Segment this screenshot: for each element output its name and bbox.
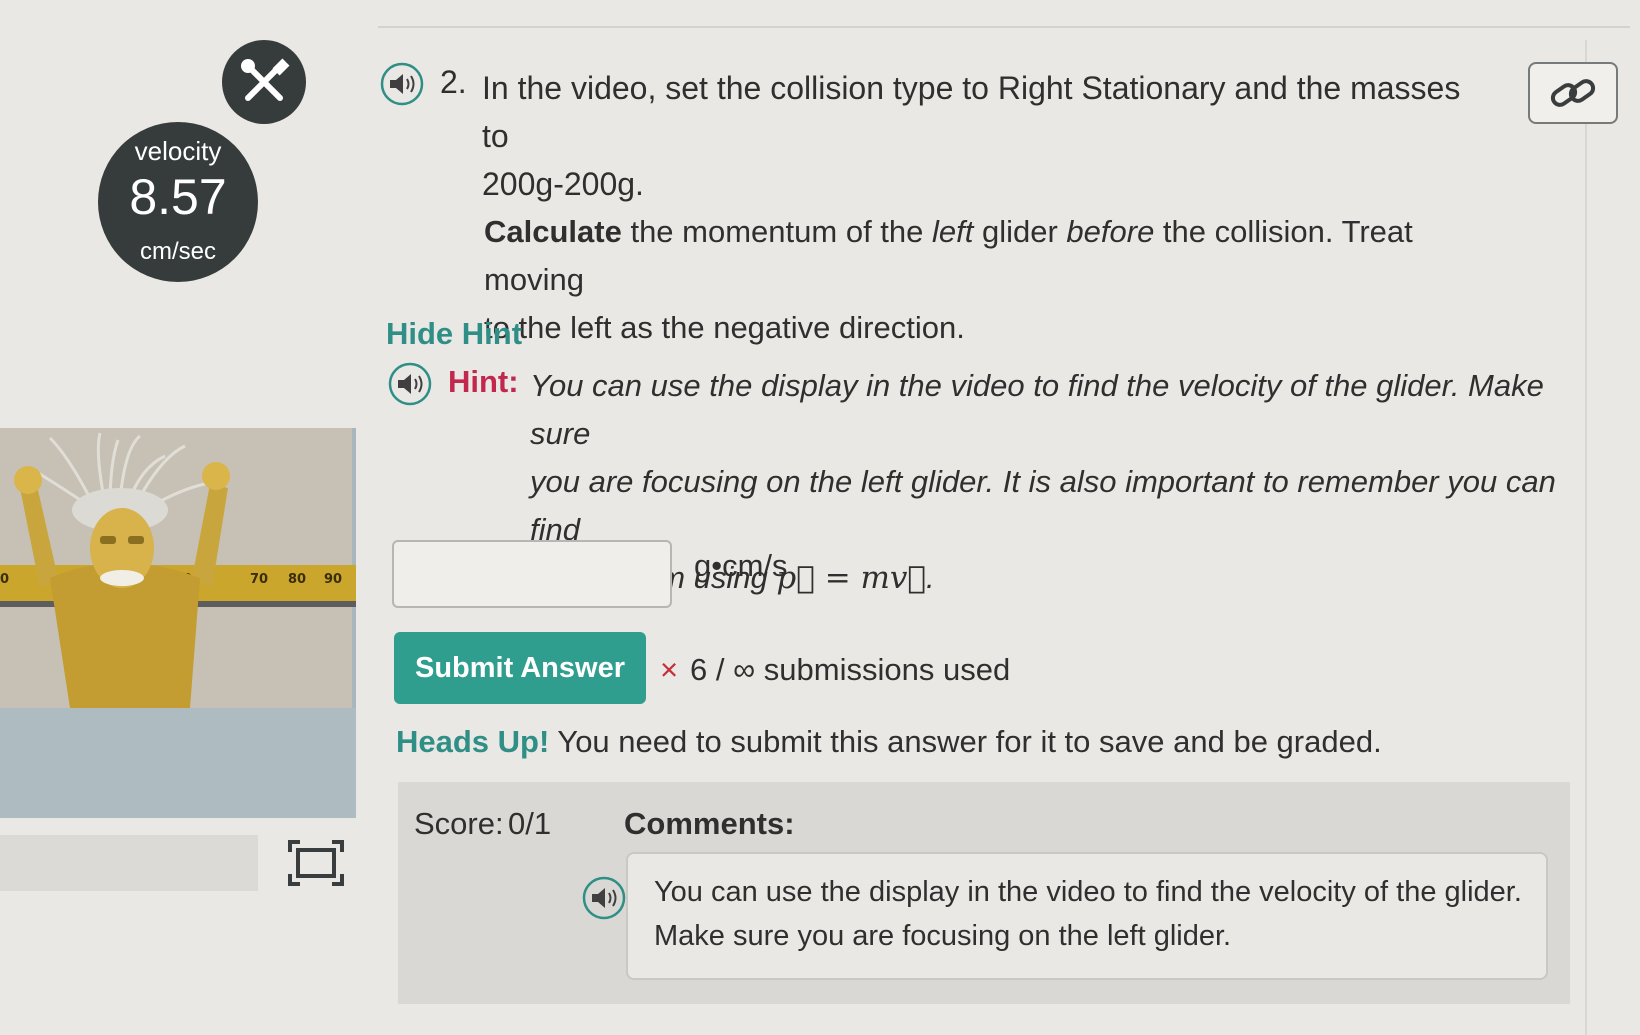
hide-hint-link[interactable]: Hide Hint <box>386 316 522 352</box>
velocity-value: 8.57 <box>129 169 227 225</box>
comment-text: You can use the display in the video to … <box>654 870 1534 958</box>
score-label: Score: <box>414 806 504 841</box>
tools-button[interactable] <box>222 40 306 124</box>
fullscreen-icon <box>288 840 344 886</box>
comment-line: You can use the display in the video to … <box>654 876 1522 908</box>
instruction-emphasis: before <box>1066 214 1155 249</box>
heads-up-text: You need to submit this answer for it to… <box>549 724 1382 759</box>
heads-up-label: Heads Up! <box>396 724 550 759</box>
hint-audio-button[interactable] <box>388 362 432 406</box>
submissions-count: 6 / ∞ submissions used <box>690 652 1011 687</box>
velocity-unit: cm/sec <box>139 238 216 265</box>
question-text-line: 200g-200g. <box>482 166 644 202</box>
question-number: 2. <box>440 64 467 100</box>
question-text: In the video, set the collision type to … <box>482 64 1482 208</box>
hint-label: Hint: <box>448 364 519 399</box>
comment-line: Make sure you are focusing on the left g… <box>654 920 1232 952</box>
permalink-button[interactable] <box>1528 62 1618 124</box>
question-instruction: Calculate the momentum of the left glide… <box>484 208 1494 352</box>
instruction-text: glider <box>973 214 1067 249</box>
speaker-icon <box>388 362 432 406</box>
answer-unit: g•cm/s <box>694 548 788 583</box>
video-lower-area <box>0 708 356 818</box>
video-progress-track[interactable] <box>0 835 258 891</box>
hint-line-end: . <box>926 560 935 595</box>
hint-text: You can use the display in the video to … <box>530 362 1560 602</box>
divider <box>1585 40 1587 1035</box>
instruction-text: the momentum of the <box>621 214 932 249</box>
comment-audio-button[interactable] <box>582 876 626 920</box>
tools-icon <box>241 58 290 101</box>
divider <box>378 26 1630 28</box>
question-text-line: In the video, set the collision type to … <box>482 70 1461 154</box>
video-player[interactable]: 0 20 50 70 80 90 <box>0 428 356 818</box>
speaker-icon <box>380 62 424 106</box>
incorrect-icon: × <box>660 652 679 687</box>
question-audio-button[interactable] <box>380 62 424 106</box>
hint-line: you are focusing on the left glider. It … <box>530 464 1556 547</box>
answer-input[interactable] <box>392 540 672 608</box>
score-value: 0/1 <box>508 806 552 841</box>
velocity-label: velocity <box>134 136 222 166</box>
instruction-text: to the left as the negative direction. <box>484 310 965 345</box>
velocity-display: velocity 8.57 cm/sec <box>98 122 258 282</box>
professor-figure-image <box>14 432 230 708</box>
hint-line: You can use the display in the video to … <box>530 368 1544 451</box>
momentum-formula: p⃗ = mv⃗ <box>776 560 927 596</box>
submit-answer-button[interactable]: Submit Answer <box>394 632 646 704</box>
speaker-icon <box>582 876 626 920</box>
instruction-emphasis: left <box>932 214 974 249</box>
fullscreen-button[interactable] <box>286 838 346 888</box>
comments-label: Comments: <box>624 806 795 841</box>
heads-up-notice: Heads Up! You need to submit this answer… <box>396 724 1382 760</box>
link-icon <box>1550 79 1596 107</box>
calculate-keyword: Calculate <box>484 214 622 249</box>
